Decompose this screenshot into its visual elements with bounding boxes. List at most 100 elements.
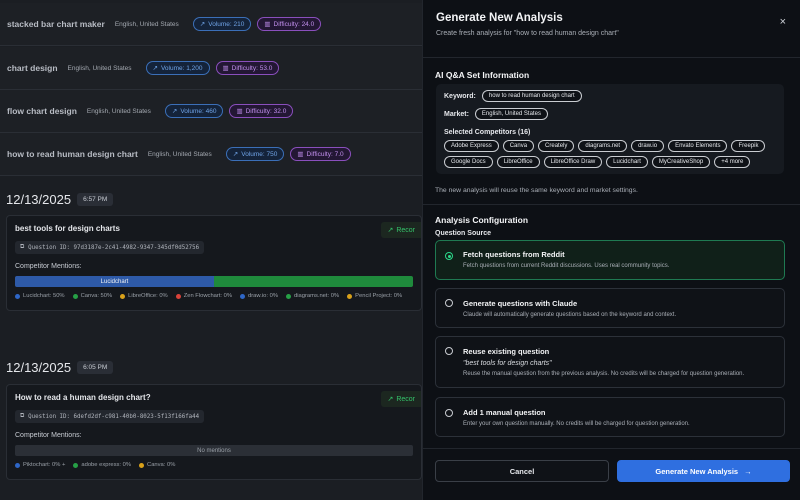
option-title: Reuse existing question (463, 347, 550, 356)
reuse-note: The new analysis will reuse the same key… (435, 187, 638, 194)
keyword-line: Keyword: how to read human design chart (444, 90, 582, 102)
difficulty-badge: ▥ Difficulty: 24.0 (257, 17, 322, 31)
generate-label: Generate New Analysis (655, 466, 739, 476)
analysis-date: 12/13/2025 (6, 192, 72, 207)
difficulty-badge: ▥ Difficulty: 32.0 (229, 104, 294, 118)
legend-label: LibreOffice: 0% (128, 293, 168, 299)
panel-subtitle: Create fresh analysis for "how to read h… (436, 30, 619, 37)
volume-value: Volume: 750 (241, 150, 278, 158)
legend-dot (139, 462, 145, 468)
mentions-bar: No mentions (15, 445, 413, 456)
keyword-market: English, United States (86, 107, 151, 115)
trend-icon: ↗ (171, 108, 178, 115)
keyword-row[interactable]: chart design English, United States ↗ Vol… (0, 47, 422, 90)
chart-icon: ▥ (236, 108, 243, 115)
analysis-date-header: 12/13/2025 6:05 PM (6, 360, 114, 375)
option-title: Generate questions with Claude (463, 299, 578, 308)
volume-badge: ↗ Volume: 210 (192, 17, 252, 31)
volume-badge: ↗ Volume: 750 (225, 147, 285, 161)
option-reuse-question[interactable]: Reuse existing question "best tools for … (435, 336, 785, 388)
mentions-bar: Lucidchart (15, 276, 413, 287)
legend-item: draw.io: 0% (240, 293, 278, 299)
legend-item: Zen Flowchart: 0% (175, 293, 233, 299)
analysis-list: stacked bar chart maker English, United … (0, 0, 422, 500)
radio-selected[interactable] (445, 252, 453, 260)
keyword-row[interactable]: flow chart design English, United States… (0, 90, 422, 133)
market-label: Market: (444, 110, 469, 118)
close-icon[interactable]: × (780, 16, 786, 28)
option-quote: "best tools for design charts" (463, 360, 552, 367)
option-description: Fetch questions from current Reddit disc… (463, 263, 670, 269)
legend-label: adobe express: 0% (81, 462, 132, 468)
question-id[interactable]: ⧉ Question ID: 97d3187e-2c41-4982-9347-34… (15, 241, 205, 254)
question-id-value: Question ID: 6defd2df-c981-40b0-8023-5f1… (28, 413, 200, 420)
difficulty-value: Difficulty: 7.0 (306, 150, 344, 158)
panel-header: Generate New Analysis Create fresh analy… (423, 0, 800, 58)
keyword-name: flow chart design (7, 106, 77, 116)
option-description: Claude will automatically generate quest… (463, 312, 677, 318)
difficulty-badge: ▥ Difficulty: 53.0 (215, 61, 280, 75)
difficulty-value: Difficulty: 24.0 (273, 20, 315, 28)
cancel-button[interactable]: Cancel (435, 460, 609, 482)
option-manual-question[interactable]: Add 1 manual question Enter your own que… (435, 397, 785, 437)
volume-badge: ↗ Volume: 1,200 (145, 61, 210, 75)
option-fetch-reddit[interactable]: Fetch questions from Reddit Fetch questi… (435, 240, 785, 280)
volume-value: Volume: 1,200 (160, 64, 203, 72)
mentions-legend: Lucidchart: 50% Canva: 50% LibreOffice: 0%… (15, 293, 413, 299)
legend-dot (73, 462, 79, 468)
competitors-label: Selected Competitors (16) (444, 129, 531, 136)
analysis-time: 6:57 PM (77, 193, 114, 206)
recommendation-tab[interactable]: ↗ Recor (381, 222, 421, 238)
legend-item: Canva: 0% (139, 462, 175, 468)
legend-item: Piktochart: 0% + (15, 462, 65, 468)
divider (422, 448, 800, 449)
analysis-date-header: 12/13/2025 6:57 PM (6, 192, 114, 207)
question-source-label: Question Source (435, 230, 492, 237)
recommendation-label: Recor (396, 226, 415, 234)
option-description: Enter your own question manually. No cre… (463, 421, 690, 427)
mentions-segment: Lucidchart (15, 276, 214, 287)
radio[interactable] (445, 409, 453, 417)
recommendation-label: Recor (396, 395, 415, 403)
trend-icon: ↗ (232, 151, 239, 158)
volume-badge: ↗ Volume: 460 (164, 104, 224, 118)
trend-icon: ↗ (387, 227, 394, 234)
option-description: Reuse the manual question from the previ… (463, 371, 745, 377)
legend-label: draw.io: 0% (248, 293, 278, 299)
keyword-market: English, United States (67, 64, 132, 72)
generate-analysis-button[interactable]: Generate New Analysis → (617, 460, 790, 482)
keyword-row[interactable]: how to read human design chart English, … (0, 133, 422, 176)
question-id[interactable]: ⧉ Question ID: 6defd2df-c981-40b0-8023-5f… (15, 410, 205, 423)
volume-value: Volume: 210 (208, 20, 245, 28)
analysis-card[interactable]: How to read a human design chart? ↗ Recor… (6, 384, 422, 480)
difficulty-value: Difficulty: 32.0 (245, 107, 287, 115)
legend-dot (175, 293, 181, 299)
legend-item: LibreOffice: 0% (120, 293, 168, 299)
analysis-time: 6:05 PM (77, 361, 114, 374)
analysis-date: 12/13/2025 (6, 360, 72, 375)
legend-label: Piktochart: 0% + (23, 462, 66, 468)
trend-icon: ↗ (387, 396, 394, 403)
recommendation-tab[interactable]: ↗ Recor (381, 391, 421, 407)
radio[interactable] (445, 299, 453, 307)
arrow-right-icon: → (744, 466, 752, 476)
analysis-card[interactable]: best tools for design charts ↗ Recor ⧉ Que… (6, 215, 422, 311)
option-generate-claude[interactable]: Generate questions with Claude Claude wi… (435, 288, 785, 328)
option-title: Add 1 manual question (463, 408, 546, 417)
competitor-chip: Google Docs (444, 156, 493, 168)
analysis-question: How to read a human design chart? (15, 393, 151, 402)
legend-label: Zen Flowchart: 0% (183, 293, 233, 299)
chart-icon: ▥ (222, 65, 229, 72)
competitor-chip: LibreOffice (496, 156, 540, 168)
legend-dot (240, 293, 246, 299)
mentions-empty-segment: No mentions (15, 445, 413, 456)
keyword-row[interactable]: stacked bar chart maker English, United … (0, 3, 422, 46)
volume-value: Volume: 460 (180, 107, 217, 115)
panel-title: Generate New Analysis (436, 12, 563, 24)
chart-icon: ▥ (264, 21, 271, 28)
trend-icon: ↗ (152, 65, 158, 72)
market-chip: English, United States (474, 108, 548, 120)
competitor-chip: Envato Elements (668, 140, 728, 152)
keyword-name: how to read human design chart (7, 149, 138, 159)
radio[interactable] (445, 347, 453, 355)
